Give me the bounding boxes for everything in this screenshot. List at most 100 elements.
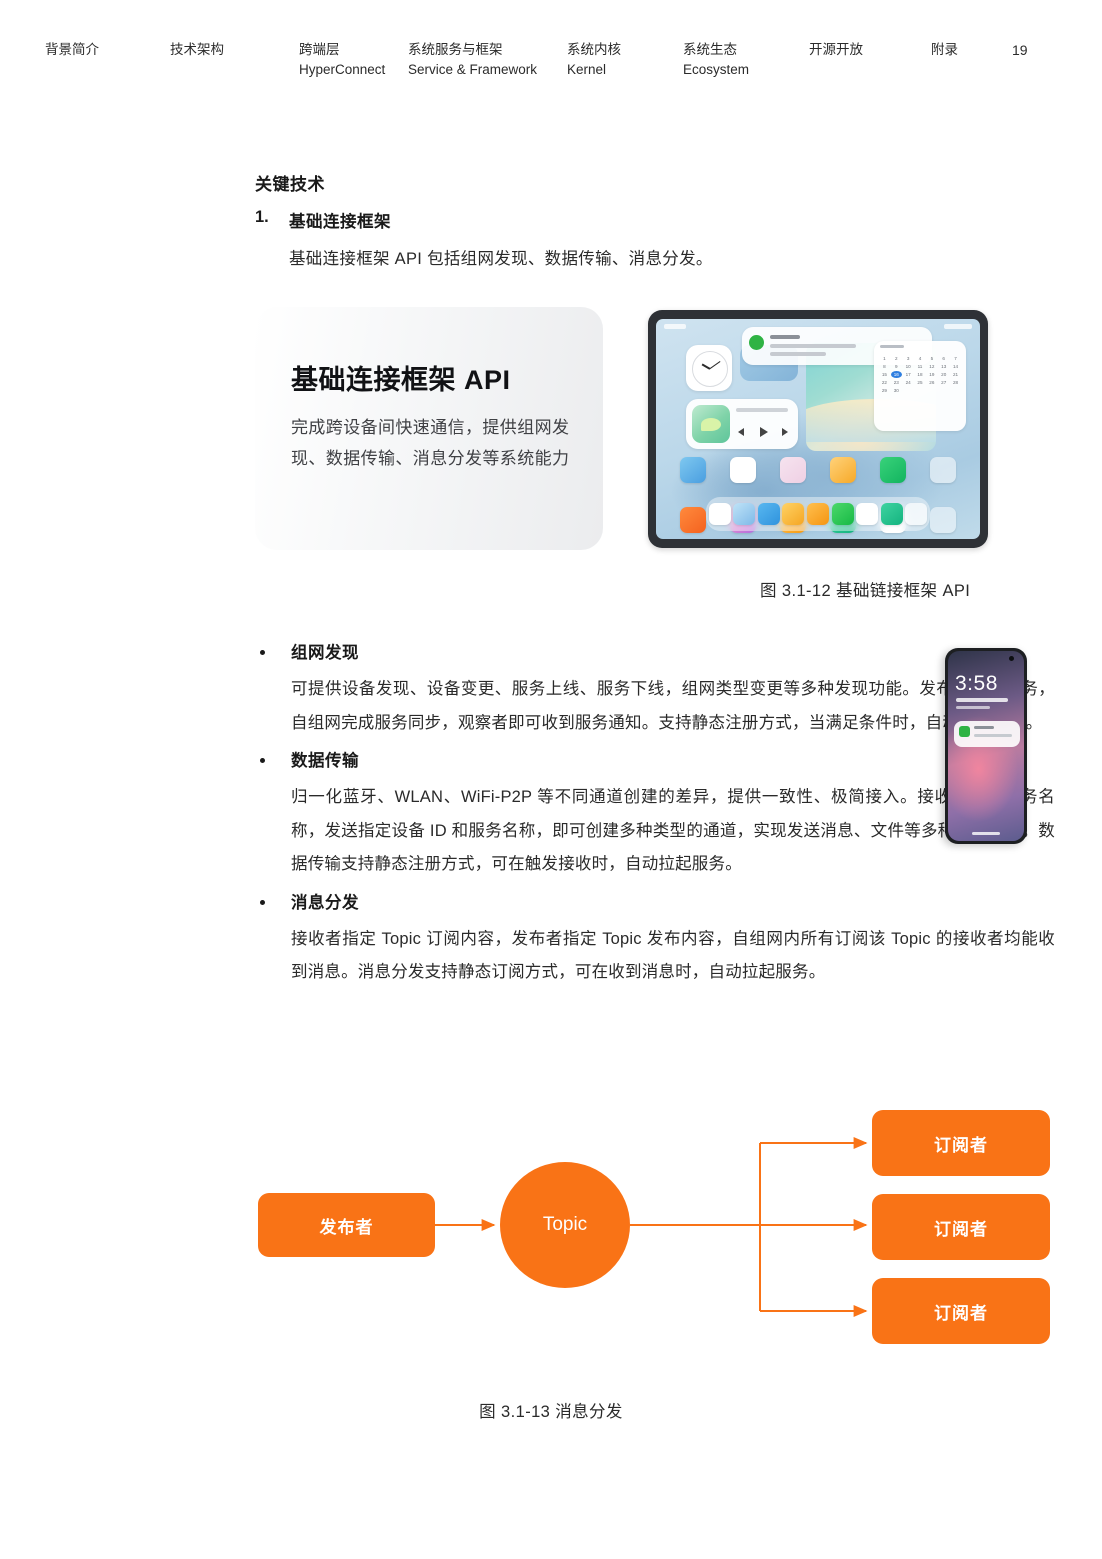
diagram-topic-node: Topic xyxy=(500,1162,630,1288)
header-item-label-cn: 系统服务与框架 xyxy=(408,42,503,57)
notification-title-placeholder xyxy=(974,726,994,729)
calendar-widget: 1234567 8 9 10 11 12 13 14 15 16 17 18 19 20 21 22 23… xyxy=(874,341,966,431)
notification-line-placeholder xyxy=(770,344,856,348)
bullet-title: 消息分发 xyxy=(291,893,359,912)
header-item-opensource[interactable]: 开源开放 xyxy=(809,40,863,60)
api-card-description: 完成跨设备间快速通信，提供组网发现、数据传输、消息分发等系统能力 xyxy=(291,418,570,468)
subsection-title: 基础连接框架 xyxy=(289,213,391,231)
dock-store-icon xyxy=(856,503,879,525)
security-app-icon xyxy=(880,457,906,483)
home-app-row-1 xyxy=(656,457,980,483)
list-number: 1. xyxy=(255,208,269,226)
figure-3-1-12: 基础连接框架 API 完成跨设备间快速通信，提供组网发现、数据传输、消息分发等系… xyxy=(0,300,1102,844)
header-item-label-cn: 附录 xyxy=(931,42,958,57)
notification-title-placeholder xyxy=(770,335,800,339)
bullet-data-transmission: 数据传输 归一化蓝牙、WLAN、WiFi-P2P 等不同通道创建的差异，提供一致… xyxy=(255,748,1055,882)
files-app-icon xyxy=(830,457,856,483)
diagram-subscriber-node-3: 订阅者 xyxy=(872,1278,1050,1344)
header-item-label-cn: 开源开放 xyxy=(809,42,863,57)
phone-notification-card xyxy=(954,721,1020,747)
figure-3-1-13: 发布者 Topic 订阅者 订阅者 订阅者 xyxy=(0,1090,1102,1370)
music-widget xyxy=(686,399,798,449)
dock-phone-icon xyxy=(708,503,731,525)
diagram-publisher-node: 发布者 xyxy=(258,1193,435,1257)
tablet-dock xyxy=(706,497,930,531)
camera-app-icon xyxy=(780,457,806,483)
api-capability-card: 基础连接框架 API 完成跨设备间快速通信，提供组网发现、数据传输、消息分发等系… xyxy=(255,307,603,550)
weather-app-icon xyxy=(680,457,706,483)
message-app-icon xyxy=(959,726,970,737)
api-card-title: 基础连接框架 API xyxy=(291,365,511,395)
header-item-background[interactable]: 背景简介 xyxy=(45,40,99,60)
next-track-icon xyxy=(782,428,788,436)
settings-app-icon xyxy=(930,457,956,483)
shopping-app-icon xyxy=(680,507,706,533)
bullet-networking-discovery: 组网发现 可提供设备发现、设备变更、服务上线、服务下线，组网类型变更等多种发现功… xyxy=(255,640,1055,740)
status-right-indicator xyxy=(944,324,972,329)
phone-camera-icon xyxy=(1009,656,1014,661)
dock-mail-icon xyxy=(757,503,780,525)
subsection-body: 基础连接框架 API 包括组网发现、数据传输、消息分发。 xyxy=(289,250,713,268)
phone-lockscreen-subtext-placeholder xyxy=(956,706,990,709)
status-left-indicator xyxy=(664,324,686,329)
bullet-title: 组网发现 xyxy=(291,644,359,662)
message-app-icon xyxy=(749,335,764,350)
bullet-body: 可提供设备发现、设备变更、服务上线、服务下线，组网类型变更等多种发现功能。发布者… xyxy=(291,680,1055,732)
header-item-appendix[interactable]: 附录 xyxy=(931,40,958,60)
header-item-label-cn: 系统生态 xyxy=(683,42,737,57)
header-item-ecosystem[interactable]: 系统生态 Ecosystem xyxy=(683,40,749,80)
header-item-label-cn: 背景简介 xyxy=(45,42,99,57)
figure-caption-3-1-12: 图 3.1-12 基础链接框架 API xyxy=(760,582,971,600)
header-item-architecture[interactable]: 技术架构 xyxy=(170,40,224,60)
bullet-body: 接收者指定 Topic 订阅内容，发布者指定 Topic 发布内容，自组网内所有… xyxy=(291,929,1055,982)
header-item-kernel[interactable]: 系统内核 Kernel xyxy=(567,40,621,80)
clock-face-icon xyxy=(692,351,728,387)
header-item-label-en: Kernel xyxy=(567,62,607,77)
phone-home-indicator xyxy=(972,832,1000,835)
phone-screen: 3:58 xyxy=(948,651,1024,841)
dock-message-icon xyxy=(831,503,854,525)
diagram-subscriber-node-1: 订阅者 xyxy=(872,1110,1050,1176)
page-number: 19 xyxy=(1012,42,1028,58)
section-title: 关键技术 xyxy=(255,175,325,194)
dock-gallery-icon xyxy=(733,503,756,525)
previous-track-icon xyxy=(738,428,744,436)
dock-more-icon xyxy=(905,503,928,525)
header-item-label-cn: 技术架构 xyxy=(170,42,224,57)
bullet-dot-icon xyxy=(260,758,265,763)
header-item-label-en: Ecosystem xyxy=(683,62,750,77)
calendar-selected-day: 16 xyxy=(890,371,902,378)
play-icon xyxy=(760,427,768,437)
tablet-screen: 1234567 8 9 10 11 12 13 14 15 16 17 18 19 20 21 22 23… xyxy=(656,319,980,539)
bullet-dot-icon xyxy=(260,899,265,905)
calendar-header-placeholder xyxy=(880,345,904,348)
phone-device: 3:58 xyxy=(945,648,1027,844)
dock-browser-icon xyxy=(880,503,903,525)
tablet-device: 1234567 8 9 10 11 12 13 14 15 16 17 18 19 20 21 22 23… xyxy=(648,310,988,548)
header-item-label-cn: 跨端层 xyxy=(299,42,340,57)
page-running-header: 背景简介 技术架构 跨端层 HyperConnect 系统服务与框架 Servi… xyxy=(0,40,1102,98)
bullet-message-distribution: 消息分发 接收者指定 Topic 订阅内容，发布者指定 Topic 发布内容，自… xyxy=(255,890,1055,990)
dock-files-icon xyxy=(806,503,829,525)
notification-line-placeholder xyxy=(770,352,826,356)
misc-app-icon xyxy=(930,507,956,533)
music-title-placeholder xyxy=(736,408,788,412)
header-item-label-cn: 系统内核 xyxy=(567,42,621,57)
notification-line-placeholder xyxy=(974,734,1012,737)
header-item-label-en: Service & Framework xyxy=(408,62,538,77)
header-item-hyperconnect[interactable]: 跨端层 HyperConnect xyxy=(299,40,385,80)
dock-notes-icon xyxy=(782,503,805,525)
key-technology-bullets: 组网发现 可提供设备发现、设备变更、服务上线、服务下线，组网类型变更等多种发现功… xyxy=(255,640,1055,998)
bullet-title: 数据传输 xyxy=(291,752,359,770)
bullet-dot-icon xyxy=(260,650,265,655)
calendar-app-icon xyxy=(730,457,756,483)
bullet-body: 归一化蓝牙、WLAN、WiFi-P2P 等不同通道创建的差异，提供一致性、极简接… xyxy=(291,788,1055,873)
header-item-label-en: HyperConnect xyxy=(299,62,386,77)
calendar-grid: 1234567 8 9 10 11 12 13 14 15 16 17 18 19 20 21 22 23… xyxy=(881,356,959,393)
clock-minute-hand xyxy=(709,361,721,370)
clock-widget xyxy=(686,345,732,391)
phone-lockscreen-time: 3:58 xyxy=(955,672,998,695)
diagram-subscriber-node-2: 订阅者 xyxy=(872,1194,1050,1260)
music-controls xyxy=(736,426,792,438)
header-item-service-framework[interactable]: 系统服务与框架 Service & Framework xyxy=(408,40,537,80)
